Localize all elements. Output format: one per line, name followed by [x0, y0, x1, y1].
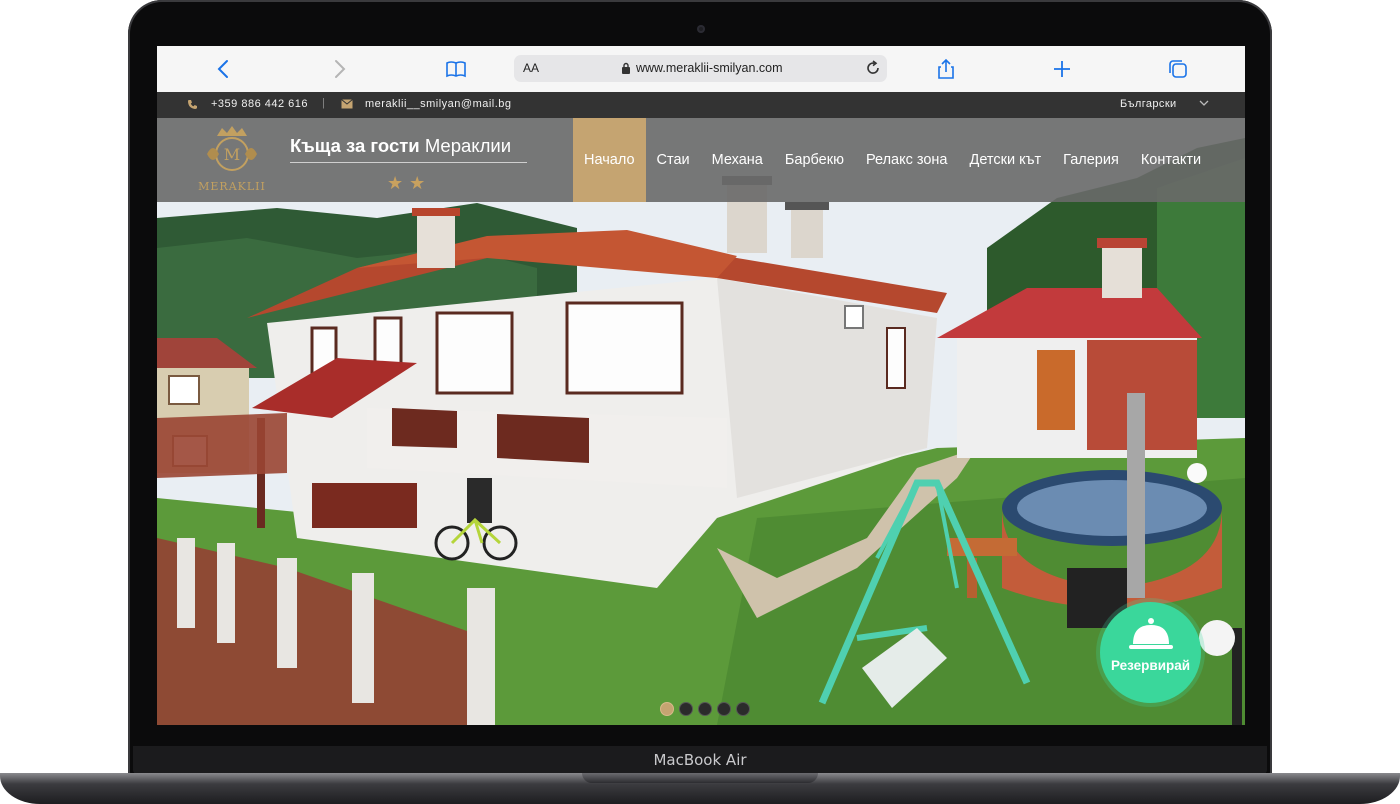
chevron-down-icon[interactable]: [1199, 99, 1209, 107]
menu-item-home[interactable]: Начало: [573, 118, 646, 202]
logo-text: MERAKLII: [198, 180, 266, 193]
new-tab-button[interactable]: [1050, 58, 1074, 80]
hero-photo: [157, 118, 1245, 725]
plus-icon: [1054, 61, 1070, 77]
screen: AA www.meraklii-smilyan.com +359 886 442…: [157, 46, 1245, 725]
reload-icon[interactable]: [865, 60, 881, 76]
book-button-label: Резервирай: [1110, 658, 1191, 673]
language-selector[interactable]: Български: [1120, 98, 1177, 110]
slider-dot[interactable]: [736, 702, 750, 716]
title-underline: [290, 162, 527, 163]
slider-dot[interactable]: [679, 702, 693, 716]
star-rating: ★★: [387, 173, 432, 193]
email-address[interactable]: meraklii__smilyan@mail.bg: [365, 98, 512, 110]
site-title[interactable]: Къща за гости Мераклии: [290, 135, 511, 157]
url-text: www.meraklii-smilyan.com: [636, 61, 783, 75]
book-icon: [446, 61, 466, 78]
device-label: MacBook Air: [653, 751, 747, 769]
menu-item-tavern[interactable]: Механа: [701, 118, 774, 202]
text-size-button[interactable]: AA: [523, 61, 539, 75]
camera: [697, 25, 705, 33]
browser-toolbar: AA www.meraklii-smilyan.com: [157, 46, 1245, 93]
slider-dot[interactable]: [717, 702, 731, 716]
back-button[interactable]: [212, 58, 236, 80]
menu-item-gallery[interactable]: Галерия: [1052, 118, 1130, 202]
main-menu: Начало Стаи Механа Барбекю Релакс зона Д…: [573, 118, 1212, 202]
slider-dot[interactable]: [698, 702, 712, 716]
tabs-icon: [1169, 60, 1187, 78]
logo[interactable]: M MERAKLII: [187, 124, 277, 196]
contact-separator: |: [322, 97, 325, 109]
menu-item-relax[interactable]: Релакс зона: [855, 118, 959, 202]
share-button[interactable]: [934, 58, 958, 80]
menu-item-rooms[interactable]: Стаи: [646, 118, 701, 202]
address-bar[interactable]: AA www.meraklii-smilyan.com: [514, 55, 887, 82]
chevron-left-icon: [217, 60, 228, 78]
bell-icon: [1129, 618, 1173, 649]
lock-icon: [622, 62, 630, 74]
contact-bar: +359 886 442 616 | meraklii__smilyan@mai…: [157, 92, 1245, 118]
menu-item-contacts[interactable]: Контакти: [1130, 118, 1212, 202]
book-button[interactable]: Резервирай: [1100, 602, 1201, 703]
site-title-name: Мераклии: [424, 135, 512, 156]
phone-number[interactable]: +359 886 442 616: [211, 98, 308, 110]
menu-item-barbecue[interactable]: Барбекю: [774, 118, 855, 202]
envelope-icon: [341, 99, 353, 109]
bookmarks-button[interactable]: [444, 58, 468, 80]
tabs-button[interactable]: [1166, 58, 1190, 80]
laptop-bezel: MacBook Air: [133, 746, 1267, 774]
share-icon: [938, 58, 954, 79]
slider-dot[interactable]: [660, 702, 674, 716]
chevron-right-icon: [335, 60, 346, 78]
site-title-bold: Къща за гости: [290, 135, 420, 156]
forward-button[interactable]: [327, 58, 351, 80]
laptop-notch: [582, 773, 818, 783]
hero-slider: [157, 118, 1245, 725]
slider-dots: [660, 702, 750, 716]
phone-icon: [188, 100, 197, 109]
menu-item-kids[interactable]: Детски кът: [959, 118, 1053, 202]
crown-logo-icon: M: [207, 126, 257, 171]
svg-text:M: M: [224, 145, 240, 164]
